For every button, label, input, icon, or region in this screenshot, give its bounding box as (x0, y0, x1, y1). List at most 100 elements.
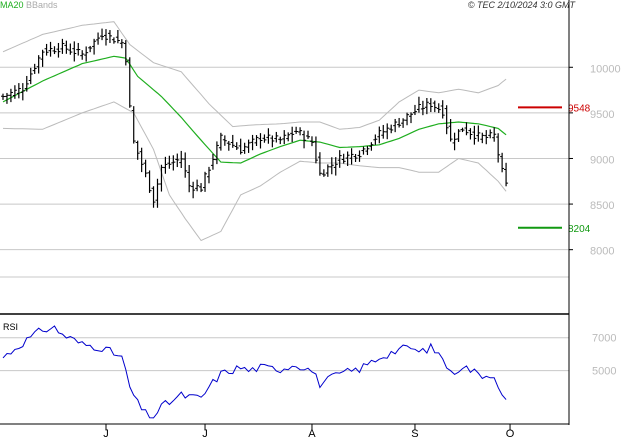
price-bar (187, 165, 192, 193)
x-tick-label: J (103, 428, 109, 440)
price-bar (214, 141, 219, 165)
price-bar (36, 55, 41, 74)
price-bar (175, 153, 180, 168)
price-bar (123, 40, 128, 66)
price-bar (139, 147, 144, 173)
rsi-title: RSI (3, 322, 19, 332)
price-bar (274, 131, 279, 143)
legend-ma20: MA20 (0, 0, 24, 10)
price-bar (436, 103, 441, 113)
y-tick-label: 10000 (590, 63, 621, 75)
price-bar (428, 98, 433, 113)
price-bar (278, 136, 283, 145)
price-bar (337, 150, 342, 168)
price-bar (480, 132, 485, 144)
price-bar (195, 179, 200, 192)
price-bar (313, 136, 318, 164)
price-bar (238, 138, 243, 155)
price-bar (1, 93, 5, 100)
price-bar (155, 178, 160, 208)
price-bar (100, 28, 105, 41)
price-bar (163, 156, 168, 174)
price-bar (349, 148, 354, 165)
price-bar (440, 100, 445, 119)
price-bar (361, 146, 366, 155)
price-bar (357, 150, 362, 162)
price-bar (64, 40, 69, 54)
price-bar (488, 129, 493, 139)
price-bar (88, 45, 93, 53)
price-bar (290, 126, 295, 143)
axes (0, 0, 570, 425)
copyright-text: © TEC 2/10/2024 3:0 GMT (467, 0, 575, 10)
y-tick-label: 9500 (590, 109, 614, 121)
price-bar (119, 39, 124, 49)
price-bar (56, 42, 61, 58)
rsi-tick-label: 7000 (592, 333, 616, 345)
price-bar (333, 157, 338, 176)
price-bar (424, 97, 429, 115)
chart-canvas: 95488204 10000 9500 9000 8500 8000 7000 5000 J J… (0, 0, 621, 440)
price-bar (206, 166, 211, 184)
legend: MA20 BBands (0, 0, 58, 11)
price-bar (444, 105, 449, 135)
price-bar (369, 142, 374, 151)
rsi-path (2, 325, 507, 419)
price-bar (250, 134, 255, 151)
rsi-line (2, 325, 507, 419)
price-bar (321, 169, 326, 177)
price-bar (397, 117, 402, 128)
price-bar (373, 134, 378, 145)
price-bar (8, 88, 13, 103)
x-tick-label: J (202, 428, 208, 440)
price-bar (107, 30, 112, 43)
price-levels: 95488204 (518, 103, 591, 235)
price-bar (329, 157, 334, 175)
price-bar (218, 132, 223, 151)
price-bar (302, 130, 307, 149)
price-bar (456, 129, 461, 142)
price-bar (68, 43, 73, 55)
tick-labels: 10000 9500 9000 8500 8000 7000 5000 J J A S O (103, 63, 620, 440)
price-bar (416, 96, 421, 113)
price-bar (135, 140, 140, 160)
price-bar (210, 153, 215, 170)
price-bar (262, 134, 267, 143)
price-bar (377, 126, 382, 144)
price-bar (127, 57, 132, 108)
price-bar (191, 181, 196, 199)
price-bar (76, 42, 81, 56)
price-bar (242, 142, 247, 154)
price-bar (504, 162, 509, 187)
x-tick-label: O (506, 428, 515, 440)
x-tick-label: S (411, 428, 418, 440)
y-tick-label: 8000 (590, 246, 614, 258)
price-bar (381, 124, 386, 139)
price-bar (464, 122, 469, 136)
price-bar (167, 155, 172, 169)
price-bar (222, 135, 227, 146)
price-bar (28, 67, 33, 85)
price-bar (199, 183, 204, 193)
price-bar (179, 150, 184, 168)
price-bar (484, 130, 489, 145)
price-bar (92, 38, 97, 55)
price-bar (405, 112, 410, 126)
price-bar (460, 127, 465, 133)
legend-bbands: BBands (26, 0, 58, 10)
price-bar (16, 83, 21, 99)
y-tick-label: 9000 (590, 154, 614, 166)
price-bar (500, 152, 505, 173)
price-bar (246, 139, 251, 153)
price-bar (115, 29, 120, 44)
price-bar (385, 123, 390, 140)
price-bar (409, 112, 414, 124)
price-bar (230, 134, 235, 148)
price-bar (44, 43, 49, 56)
price-bar (72, 41, 77, 62)
price-bar (143, 159, 148, 178)
price-bar (472, 125, 477, 145)
price-bar (60, 38, 65, 54)
price-bar (111, 37, 116, 44)
price-bar (286, 132, 291, 142)
